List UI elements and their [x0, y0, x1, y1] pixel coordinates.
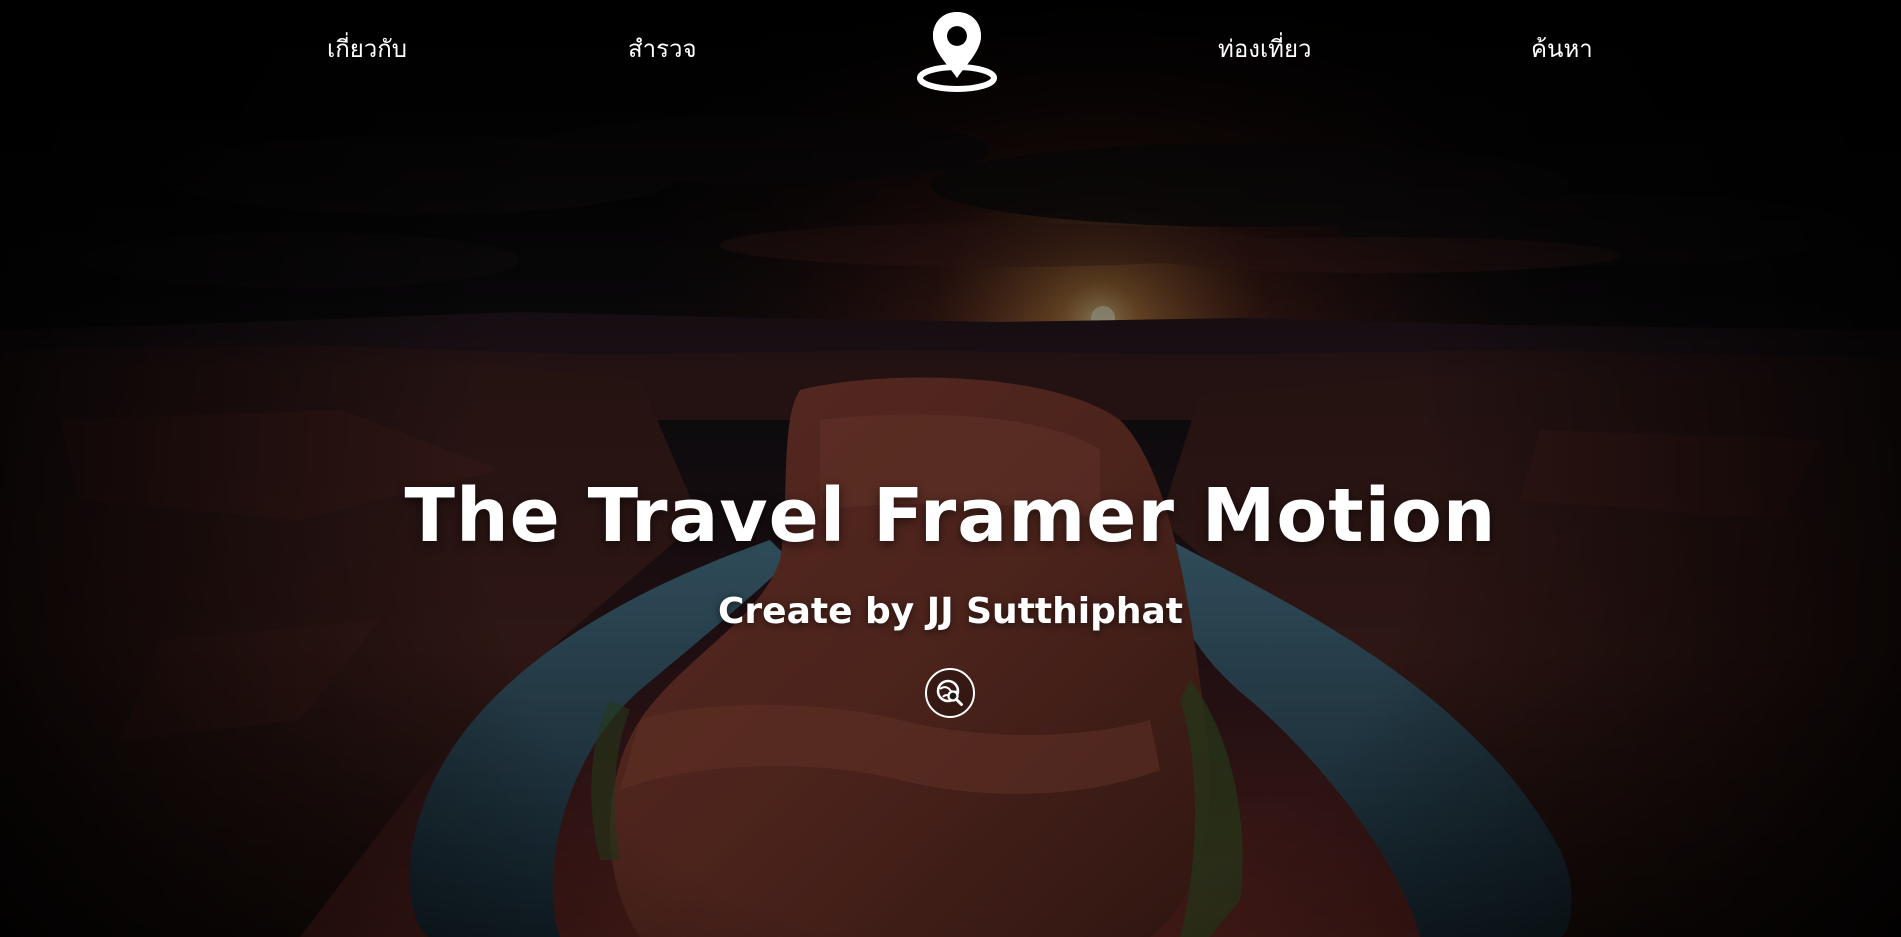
- map-pin-icon: [917, 12, 997, 92]
- top-navigation: เกี่ยวกับ สำรวจ ท่องเที่ยว ค้นหา: [0, 0, 1901, 100]
- nav-link-about[interactable]: เกี่ยวกับ: [327, 31, 407, 67]
- explore-button[interactable]: [925, 668, 975, 718]
- nav-link-explore[interactable]: สำรวจ: [628, 31, 697, 67]
- hero-section: เกี่ยวกับ สำรวจ ท่องเที่ยว ค้นหา The Tra…: [0, 0, 1901, 937]
- nav-link-search[interactable]: ค้นหา: [1531, 31, 1593, 67]
- hero-background-image: [0, 0, 1901, 937]
- hero-title: The Travel Framer Motion: [404, 473, 1497, 559]
- hero-subtitle: Create by JJ Sutthiphat: [718, 591, 1183, 632]
- search-globe-icon: [936, 679, 963, 706]
- nav-link-travel[interactable]: ท่องเที่ยว: [1218, 31, 1312, 67]
- logo-link[interactable]: [915, 8, 999, 92]
